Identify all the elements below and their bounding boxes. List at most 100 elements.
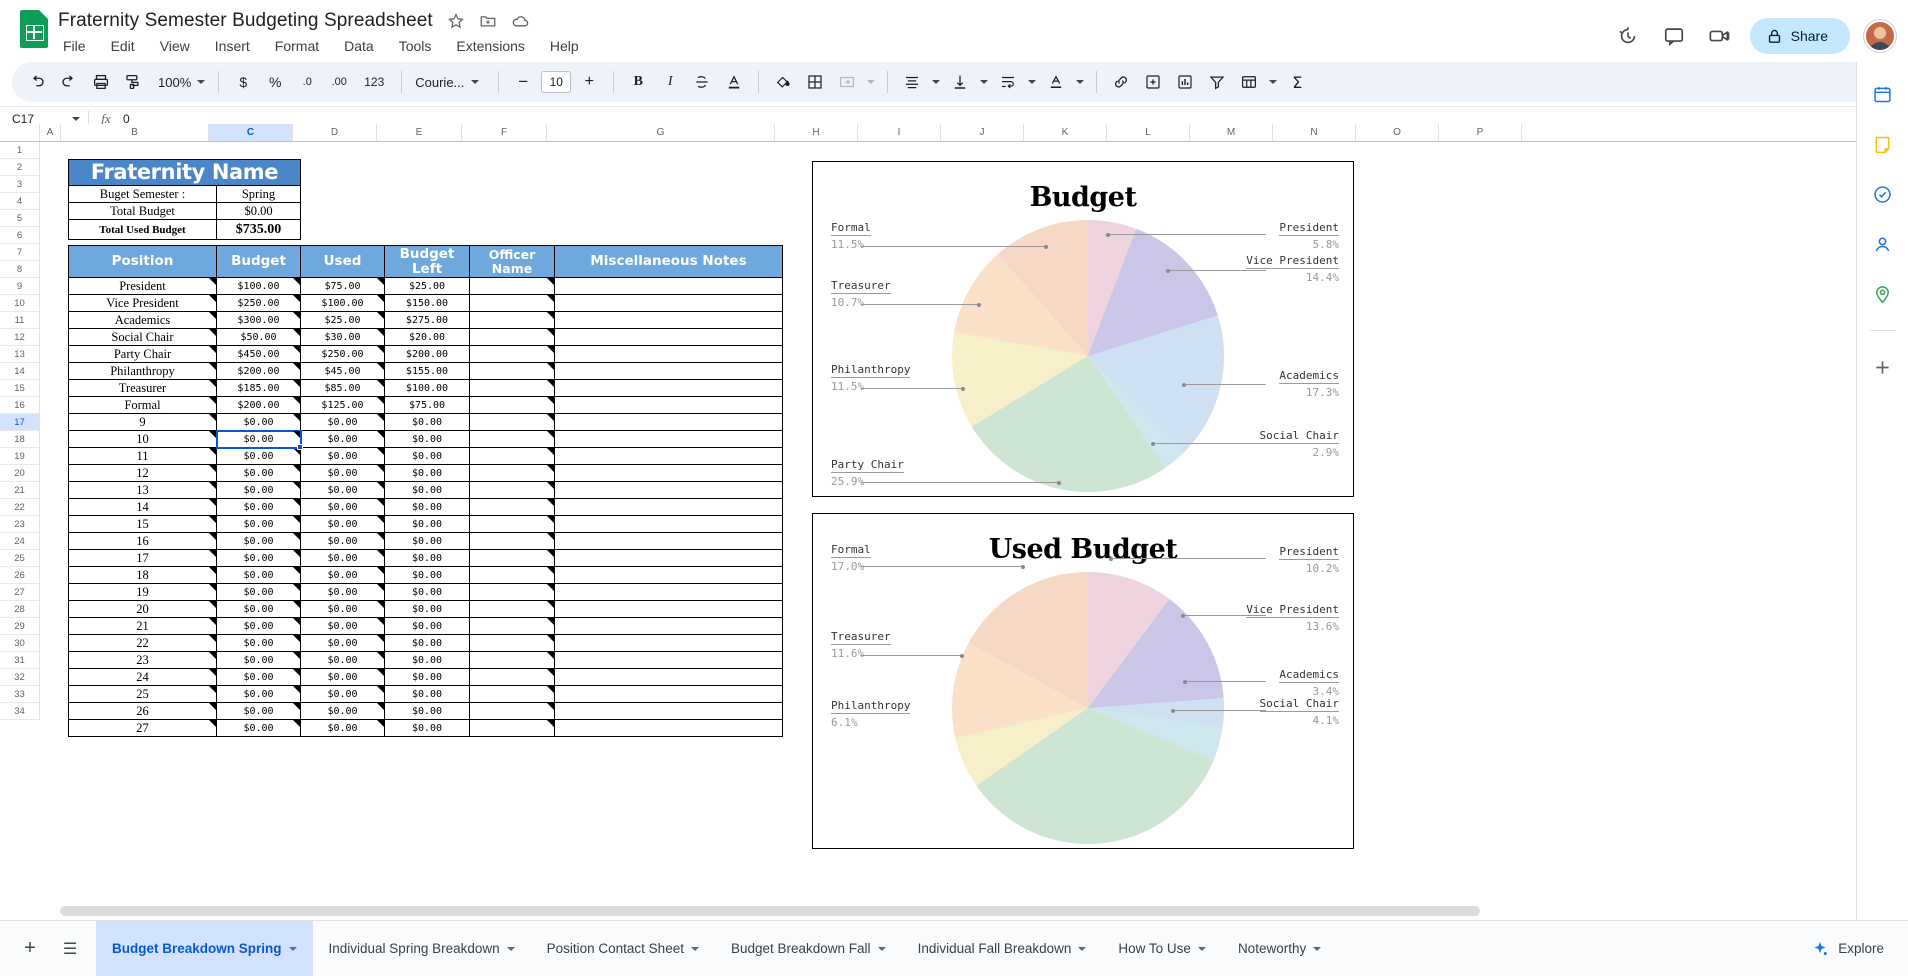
cell-left[interactable]: $0.00 <box>385 482 470 499</box>
functions-caret-icon[interactable] <box>1266 67 1280 97</box>
column-header-K[interactable]: K <box>1024 124 1107 141</box>
sheet-tab-budget-breakdown-spring[interactable]: Budget Breakdown Spring <box>96 921 313 976</box>
cell-officer[interactable] <box>470 533 555 550</box>
cell-budget[interactable]: $200.00 <box>217 397 301 414</box>
row-header-30[interactable]: 30 <box>0 635 40 652</box>
functions-table-icon[interactable] <box>1234 67 1264 97</box>
summary-value-total-used[interactable]: $735.00 <box>217 220 301 240</box>
cell-notes[interactable] <box>555 346 783 363</box>
cell-officer[interactable] <box>470 652 555 669</box>
row-header-29[interactable]: 29 <box>0 618 40 635</box>
add-sheet-button[interactable]: + <box>10 929 50 969</box>
explore-button[interactable]: Explore <box>1800 933 1898 965</box>
header-used[interactable]: Used <box>301 245 385 278</box>
cell-position[interactable]: 15 <box>68 516 217 533</box>
cell-used[interactable]: $85.00 <box>301 380 385 397</box>
cell-used[interactable]: $0.00 <box>301 465 385 482</box>
sum-function-button[interactable]: Σ <box>1282 67 1312 97</box>
cell-used[interactable]: $0.00 <box>301 550 385 567</box>
cell-officer[interactable] <box>470 584 555 601</box>
merge-cells-icon[interactable] <box>832 67 862 97</box>
column-header-C[interactable]: C <box>209 124 293 141</box>
row-header-31[interactable]: 31 <box>0 652 40 669</box>
text-wrapping-icon[interactable] <box>993 67 1023 97</box>
cell-left[interactable]: $20.00 <box>385 329 470 346</box>
cell-position[interactable]: 24 <box>68 669 217 686</box>
cell-notes[interactable] <box>555 329 783 346</box>
cell-officer[interactable] <box>470 312 555 329</box>
row-header-16[interactable]: 16 <box>0 397 40 414</box>
cell-used[interactable]: $250.00 <box>301 346 385 363</box>
cell-position[interactable]: 18 <box>68 567 217 584</box>
menu-extensions[interactable]: Extensions <box>452 36 528 56</box>
insert-chart-icon[interactable] <box>1170 67 1200 97</box>
rotation-caret-icon[interactable] <box>1073 67 1087 97</box>
cell-notes[interactable] <box>555 295 783 312</box>
sheet-tab-position-contact-sheet[interactable]: Position Contact Sheet <box>531 921 715 976</box>
sheet-tab-individual-fall-breakdown[interactable]: Individual Fall Breakdown <box>902 921 1103 976</box>
header-misc-notes[interactable]: Miscellaneous Notes <box>555 245 783 278</box>
user-avatar[interactable] <box>1864 20 1896 52</box>
increase-font-size-button[interactable]: + <box>574 67 604 97</box>
cell-left[interactable]: $0.00 <box>385 686 470 703</box>
sheet-tab-how-to-use[interactable]: How To Use <box>1102 921 1222 976</box>
cell-notes[interactable] <box>555 448 783 465</box>
cell-position[interactable]: Party Chair <box>68 346 217 363</box>
cell-position[interactable]: 27 <box>68 720 217 737</box>
cell-used[interactable]: $0.00 <box>301 567 385 584</box>
percent-format-button[interactable]: % <box>260 67 290 97</box>
column-header-L[interactable]: L <box>1107 124 1190 141</box>
version-history-icon[interactable] <box>1608 16 1648 56</box>
cell-used[interactable]: $0.00 <box>301 669 385 686</box>
font-size-value[interactable]: 10 <box>541 71 572 93</box>
sheet-tab-budget-breakdown-fall[interactable]: Budget Breakdown Fall <box>715 921 902 976</box>
row-header-7[interactable]: 7 <box>0 244 40 261</box>
cell-budget[interactable]: $0.00 <box>217 703 301 720</box>
strikethrough-icon[interactable] <box>687 67 717 97</box>
row-header-34[interactable]: 34 <box>0 703 40 720</box>
cell-officer[interactable] <box>470 465 555 482</box>
chevron-down-icon[interactable] <box>877 946 886 951</box>
cell-budget[interactable]: $0.00 <box>217 516 301 533</box>
text-rotation-icon[interactable] <box>1041 67 1071 97</box>
menu-file[interactable]: File <box>59 36 90 56</box>
chevron-down-icon[interactable] <box>1197 946 1206 951</box>
column-header-A[interactable]: A <box>40 124 61 141</box>
cell-left[interactable]: $0.00 <box>385 533 470 550</box>
maps-icon[interactable] <box>1865 276 1901 312</box>
cell-budget[interactable]: $185.00 <box>217 380 301 397</box>
cell-budget[interactable]: $450.00 <box>217 346 301 363</box>
cell-left[interactable]: $0.00 <box>385 448 470 465</box>
cell-officer[interactable] <box>470 635 555 652</box>
cell-position[interactable]: 13 <box>68 482 217 499</box>
cell-position[interactable]: 25 <box>68 686 217 703</box>
contacts-icon[interactable] <box>1865 226 1901 262</box>
cell-budget[interactable]: $0.00 <box>217 499 301 516</box>
horizontal-align-icon[interactable] <box>897 67 927 97</box>
valign-caret-icon[interactable] <box>977 67 991 97</box>
cell-left[interactable]: $0.00 <box>385 601 470 618</box>
cell-budget[interactable]: $250.00 <box>217 295 301 312</box>
chevron-down-icon[interactable] <box>1078 946 1087 951</box>
fill-color-icon[interactable] <box>768 67 798 97</box>
cell-used[interactable]: $0.00 <box>301 482 385 499</box>
cell-left[interactable]: $25.00 <box>385 278 470 295</box>
cell-left[interactable]: $0.00 <box>385 431 470 448</box>
cell-officer[interactable] <box>470 363 555 380</box>
decrease-decimal-button[interactable]: .0 <box>292 67 322 97</box>
cell-used[interactable]: $0.00 <box>301 431 385 448</box>
cell-used[interactable]: $0.00 <box>301 499 385 516</box>
header-budget[interactable]: Budget <box>217 245 301 278</box>
cell-notes[interactable] <box>555 465 783 482</box>
row-header-20[interactable]: 20 <box>0 465 40 482</box>
cell-used[interactable]: $0.00 <box>301 652 385 669</box>
column-header-B[interactable]: B <box>61 124 209 141</box>
bold-button[interactable]: B <box>623 67 653 97</box>
row-header-13[interactable]: 13 <box>0 346 40 363</box>
sheet-tab-individual-spring-breakdown[interactable]: Individual Spring Breakdown <box>313 921 531 976</box>
cell-budget[interactable]: $0.00 <box>217 669 301 686</box>
cell-used[interactable]: $0.00 <box>301 686 385 703</box>
cell-notes[interactable] <box>555 414 783 431</box>
cell-notes[interactable] <box>555 363 783 380</box>
italic-button[interactable]: I <box>655 67 685 97</box>
